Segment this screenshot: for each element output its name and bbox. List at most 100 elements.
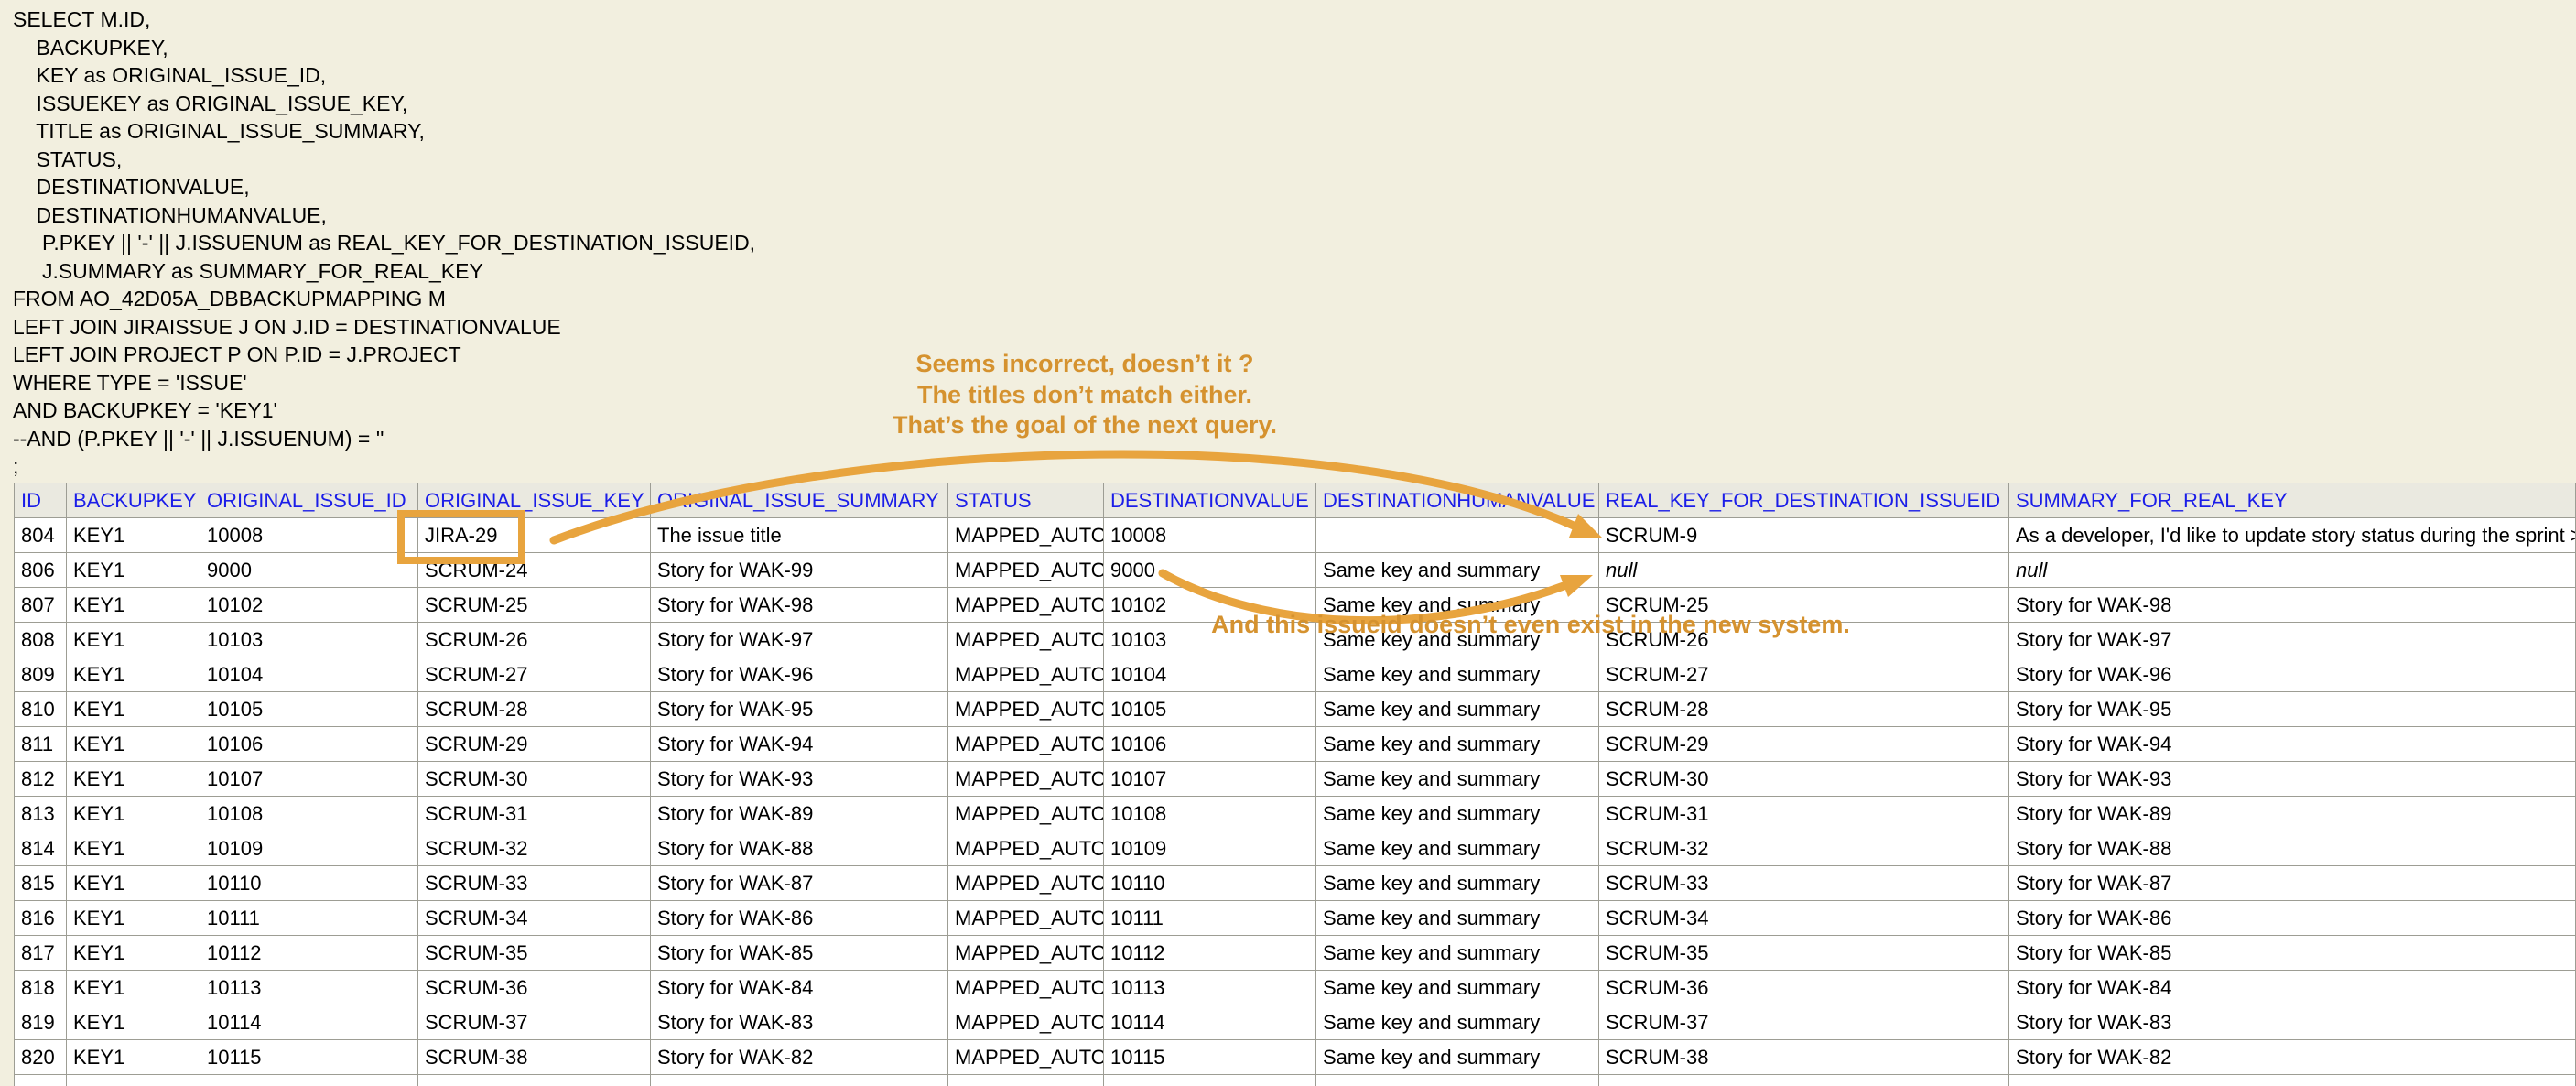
column-header: ORIGINAL_ISSUE_ID	[200, 483, 418, 518]
table-cell: KEY1	[67, 553, 200, 588]
table-cell: Same key and summary	[1316, 831, 1599, 866]
table-cell: SCRUM-27	[1599, 657, 2009, 692]
table-cell	[15, 1075, 67, 1086]
table-cell: 10110	[1104, 866, 1316, 901]
table-cell: As a developer, I'd like to update story…	[2009, 518, 2576, 553]
table-row: 819KEY110114SCRUM-37Story for WAK-83MAPP…	[15, 1005, 2576, 1040]
table-cell: 10109	[1104, 831, 1316, 866]
table-header-row: IDBACKUPKEYORIGINAL_ISSUE_IDORIGINAL_ISS…	[15, 483, 2576, 518]
table-cell	[1316, 1075, 1599, 1086]
table-cell: SCRUM-38	[1599, 1040, 2009, 1075]
table-cell: Story for WAK-98	[651, 588, 948, 623]
table-cell: 814	[15, 831, 67, 866]
table-row-partial	[15, 1075, 2576, 1086]
table-cell: SCRUM-29	[418, 727, 651, 762]
table-cell: MAPPED_AUTO	[948, 657, 1104, 692]
table-cell: Same key and summary	[1316, 901, 1599, 936]
table-cell: Story for WAK-94	[651, 727, 948, 762]
table-row: 804KEY110008JIRA-29The issue titleMAPPED…	[15, 518, 2576, 553]
table-cell: SCRUM-24	[418, 553, 651, 588]
table-cell: Story for WAK-86	[2009, 901, 2576, 936]
table-cell: SCRUM-32	[418, 831, 651, 866]
table-cell: Story for WAK-88	[2009, 831, 2576, 866]
table-cell	[418, 1075, 651, 1086]
table-cell: Story for WAK-99	[651, 553, 948, 588]
table-cell: Same key and summary	[1316, 727, 1599, 762]
table-cell	[1104, 1075, 1316, 1086]
table-cell: 10105	[200, 692, 418, 727]
table-cell: Same key and summary	[1316, 553, 1599, 588]
table-cell: SCRUM-33	[418, 866, 651, 901]
table-cell: KEY1	[67, 971, 200, 1005]
table-row: 816KEY110111SCRUM-34Story for WAK-86MAPP…	[15, 901, 2576, 936]
table-cell: SCRUM-28	[418, 692, 651, 727]
note-missing-issueid: And this issueid doesn’t even exist in t…	[1071, 610, 1990, 641]
table-cell: 10008	[200, 518, 418, 553]
table-cell: 817	[15, 936, 67, 971]
table-cell: KEY1	[67, 797, 200, 831]
column-header: DESTINATIONVALUE	[1104, 483, 1316, 518]
table-cell: 10111	[200, 901, 418, 936]
table-cell	[67, 1075, 200, 1086]
table-cell: 808	[15, 623, 67, 657]
column-header: ORIGINAL_ISSUE_SUMMARY	[651, 483, 948, 518]
note-mismatch-line1: Seems incorrect, doesn’t it ?	[719, 349, 1451, 380]
table-row: 812KEY110107SCRUM-30Story for WAK-93MAPP…	[15, 762, 2576, 797]
table-cell: Story for WAK-82	[2009, 1040, 2576, 1075]
query-results-page: SELECT M.ID, BACKUPKEY, KEY as ORIGINAL_…	[0, 0, 2576, 1086]
table-cell: Story for WAK-82	[651, 1040, 948, 1075]
table-cell: MAPPED_AUTO	[948, 518, 1104, 553]
column-header: ORIGINAL_ISSUE_KEY	[418, 483, 651, 518]
table-cell: SCRUM-29	[1599, 727, 2009, 762]
table-cell: Story for WAK-85	[2009, 936, 2576, 971]
table-cell: 812	[15, 762, 67, 797]
table-cell	[2009, 1075, 2576, 1086]
table-cell: SCRUM-31	[1599, 797, 2009, 831]
table-cell: 10113	[200, 971, 418, 1005]
column-header: REAL_KEY_FOR_DESTINATION_ISSUEID	[1599, 483, 2009, 518]
table-cell: Story for WAK-84	[2009, 971, 2576, 1005]
table-cell: 811	[15, 727, 67, 762]
table-cell: SCRUM-36	[1599, 971, 2009, 1005]
table-cell: Story for WAK-98	[2009, 588, 2576, 623]
results-table: IDBACKUPKEYORIGINAL_ISSUE_IDORIGINAL_ISS…	[14, 483, 2576, 1086]
table-cell: Story for WAK-95	[2009, 692, 2576, 727]
table-row: 817KEY110112SCRUM-35Story for WAK-85MAPP…	[15, 936, 2576, 971]
table-cell: KEY1	[67, 623, 200, 657]
note-mismatch: Seems incorrect, doesn’t it ? The titles…	[719, 349, 1451, 441]
table-cell: Story for WAK-89	[2009, 797, 2576, 831]
table-cell: MAPPED_AUTO	[948, 1040, 1104, 1075]
table-cell: 10113	[1104, 971, 1316, 1005]
table-cell	[1599, 1075, 2009, 1086]
table-cell: 820	[15, 1040, 67, 1075]
table-cell: Same key and summary	[1316, 971, 1599, 1005]
table-row: 820KEY110115SCRUM-38Story for WAK-82MAPP…	[15, 1040, 2576, 1075]
table-cell: null	[2009, 553, 2576, 588]
table-row: 814KEY110109SCRUM-32Story for WAK-88MAPP…	[15, 831, 2576, 866]
table-cell: MAPPED_AUTO	[948, 1005, 1104, 1040]
column-header: STATUS	[948, 483, 1104, 518]
table-cell: 10107	[200, 762, 418, 797]
table-cell: Story for WAK-88	[651, 831, 948, 866]
table-cell: Same key and summary	[1316, 866, 1599, 901]
table-cell: Story for WAK-93	[651, 762, 948, 797]
table-cell: 9000	[1104, 553, 1316, 588]
table-cell: KEY1	[67, 936, 200, 971]
table-cell: Story for WAK-93	[2009, 762, 2576, 797]
table-cell: 10105	[1104, 692, 1316, 727]
table-row: 810KEY110105SCRUM-28Story for WAK-95MAPP…	[15, 692, 2576, 727]
table-cell: Story for WAK-97	[2009, 623, 2576, 657]
table-row: 811KEY110106SCRUM-29Story for WAK-94MAPP…	[15, 727, 2576, 762]
table-cell	[651, 1075, 948, 1086]
table-cell: 10115	[1104, 1040, 1316, 1075]
table-cell: SCRUM-36	[418, 971, 651, 1005]
table-cell: 10110	[200, 866, 418, 901]
table-cell: Story for WAK-86	[651, 901, 948, 936]
table-cell: 10106	[1104, 727, 1316, 762]
table-cell: MAPPED_AUTO	[948, 936, 1104, 971]
table-cell: SCRUM-37	[1599, 1005, 2009, 1040]
note-mismatch-line3: That’s the goal of the next query.	[719, 410, 1451, 441]
table-row: 806KEY19000SCRUM-24Story for WAK-99MAPPE…	[15, 553, 2576, 588]
table-cell: 10114	[1104, 1005, 1316, 1040]
table-row: 813KEY110108SCRUM-31Story for WAK-89MAPP…	[15, 797, 2576, 831]
